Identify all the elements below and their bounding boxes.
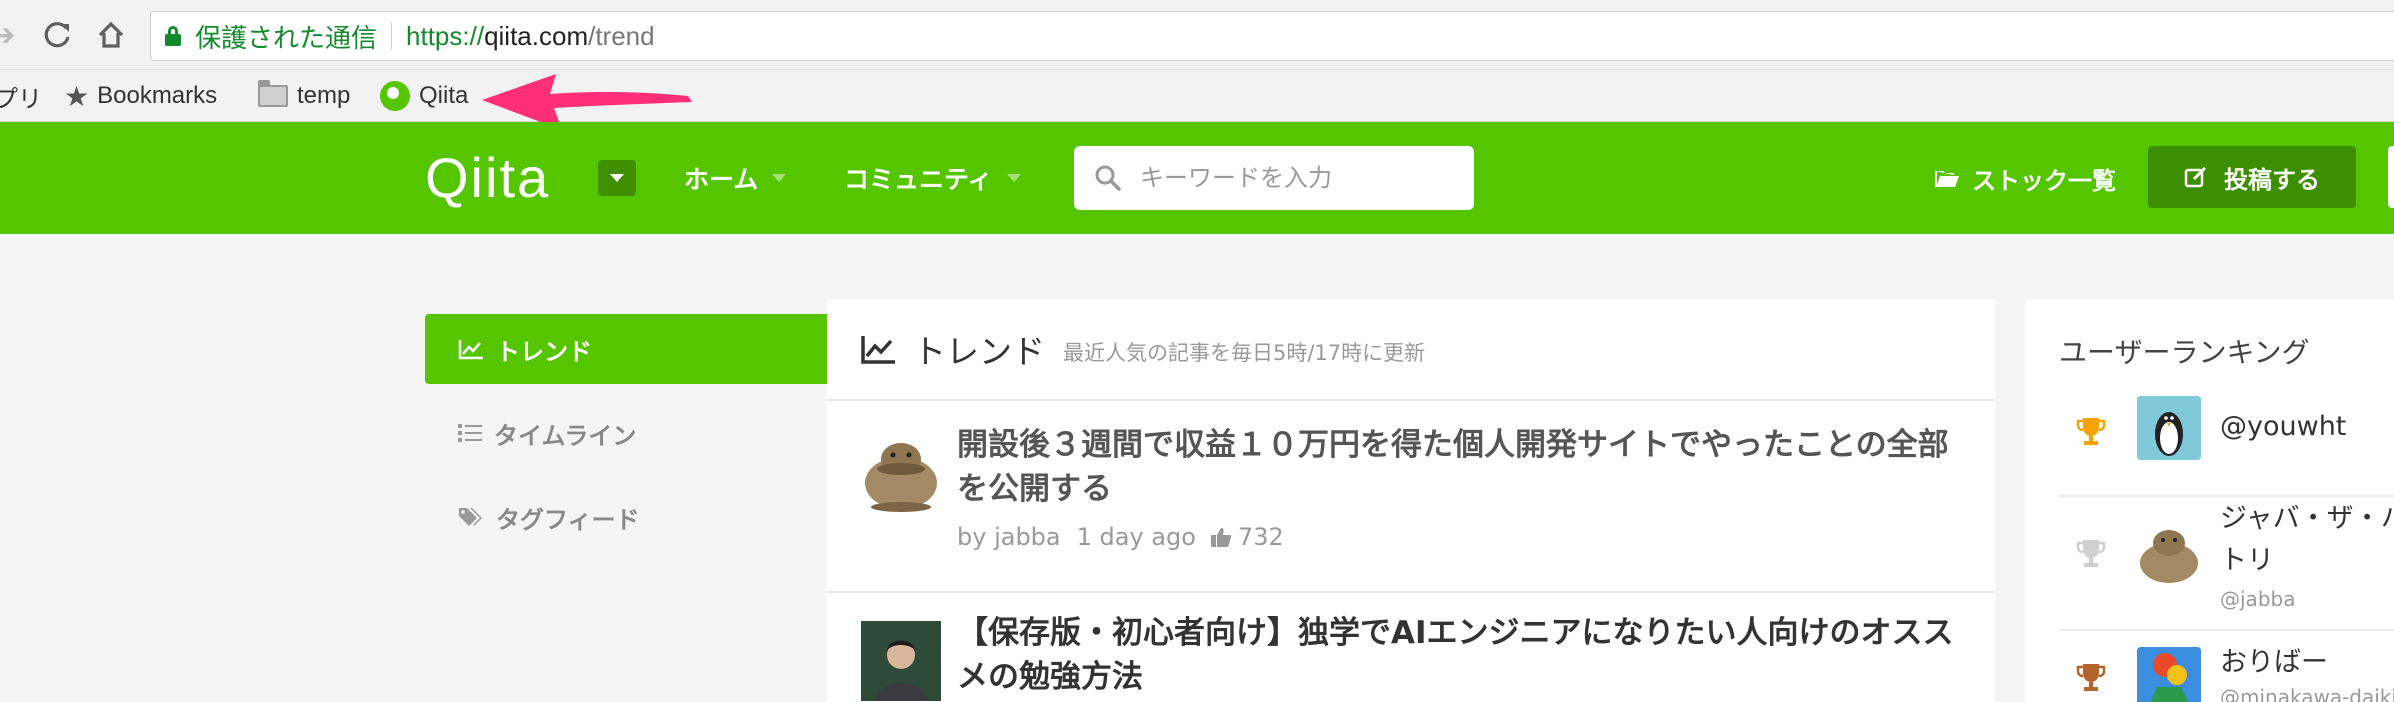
- search-icon: [1095, 165, 1121, 191]
- trend-panel-header: トレンド 最近人気の記事を毎日5時/17時に更新: [827, 299, 1995, 401]
- post-button-label: 投稿する: [2224, 165, 2320, 194]
- sidebar-item-label: タイムライン: [494, 421, 637, 450]
- logo-menu-button[interactable]: [598, 160, 636, 196]
- search-input[interactable]: [1140, 164, 1460, 192]
- sidebar-item-trend[interactable]: トレンド: [425, 314, 827, 384]
- bookmark-apps[interactable]: プリ: [0, 81, 42, 113]
- sidebar-item-label: トレンド: [496, 337, 592, 366]
- reload-icon[interactable]: [40, 18, 74, 52]
- browser-toolbar: ➔ 保護された通信 https://qiita.com/trend: [0, 0, 2394, 70]
- author-avatar[interactable]: [861, 621, 941, 701]
- bronze-trophy-icon: [2076, 664, 2106, 691]
- ranking-user-name[interactable]: @youwht: [2220, 407, 2346, 447]
- url-scheme: https://: [406, 20, 485, 51]
- caret-down-icon: [610, 174, 624, 182]
- article-title[interactable]: 開設後３週間で収益１０万円を得た個人開発サイトでやったことの全部を公開する: [957, 423, 1957, 511]
- header-edge-button[interactable]: [2388, 146, 2394, 208]
- article-item[interactable]: 【保存版・初心者向け】独学でAIエンジニアになりたい人向けのオススメの勉強方法: [827, 593, 1995, 702]
- ranking-item[interactable]: おりばー @minakawa-daiki: [2059, 631, 2394, 702]
- article-author[interactable]: by jabba: [957, 523, 1061, 551]
- gold-trophy-icon: [2076, 418, 2106, 445]
- caret-down-icon: [1006, 174, 1021, 182]
- nav-home[interactable]: ホーム: [684, 160, 787, 196]
- bookmark-apps-label: プリ: [0, 85, 42, 113]
- user-avatar[interactable]: [2137, 647, 2201, 702]
- address-bar[interactable]: 保護された通信 https://qiita.com/trend: [150, 11, 2394, 61]
- bookmark-bookmarks-label: Bookmarks: [97, 82, 218, 109]
- thumbs-up-icon: [1210, 528, 1232, 547]
- qiita-favicon: [380, 81, 410, 111]
- ranking-user-name[interactable]: ジャバ・ザ・ハ: [2220, 499, 2394, 539]
- ranking-item[interactable]: @youwht: [2059, 396, 2394, 483]
- stock-list-label: ストック一覧: [1972, 166, 2116, 195]
- ranking-user-name[interactable]: おりばー: [2220, 643, 2328, 683]
- list-icon: [458, 423, 482, 443]
- caret-down-icon: [772, 174, 787, 182]
- article-title[interactable]: 【保存版・初心者向け】独学でAIエンジニアになりたい人向けのオススメの勉強方法: [957, 611, 1957, 699]
- user-ranking-panel: ユーザーランキング @youwht ジャバ・ザ・ハ トリ @jabba おりばー…: [2025, 299, 2394, 702]
- silver-trophy-icon: [2076, 540, 2106, 567]
- article-item[interactable]: 開設後３週間で収益１０万円を得た個人開発サイトでやったことの全部を公開する by…: [827, 401, 1995, 551]
- ranking-title: ユーザーランキング: [2059, 336, 2310, 369]
- secure-label: 保護された通信: [195, 22, 378, 53]
- bookmark-bookmarks[interactable]: ★ Bookmarks: [64, 80, 218, 112]
- url-host: qiita.com: [484, 20, 589, 51]
- ranking-user-handle[interactable]: @jabba: [2220, 587, 2295, 611]
- bookmarks-bar: プリ ★ Bookmarks temp Qiita: [0, 70, 2394, 122]
- star-icon: ★: [64, 80, 90, 112]
- sidebar-item-timeline[interactable]: タイムライン: [425, 398, 827, 468]
- ranking-item[interactable]: ジャバ・ザ・ハ トリ @jabba: [2059, 497, 2394, 611]
- trend-icon: [458, 338, 484, 360]
- omnibox-divider: [391, 22, 393, 50]
- search-box[interactable]: [1074, 146, 1474, 210]
- page-subtitle: 最近人気の記事を毎日5時/17時に更新: [1063, 340, 1426, 365]
- folder-open-icon: [1935, 171, 1959, 187]
- post-button[interactable]: 投稿する: [2148, 146, 2356, 208]
- home-icon[interactable]: [94, 18, 128, 52]
- article-time: 1 day ago: [1076, 523, 1196, 551]
- nav-community[interactable]: コミュニティ: [844, 160, 1021, 196]
- url-path: /trend: [588, 20, 655, 51]
- article-like-count: 732: [1237, 523, 1284, 551]
- folder-icon: [258, 80, 288, 107]
- article-meta: by jabba 1 day ago 732: [957, 523, 1284, 551]
- forward-icon[interactable]: ➔: [0, 18, 20, 53]
- trend-icon: [861, 336, 895, 364]
- sidebar-item-tagfeed[interactable]: タグフィード: [425, 482, 827, 552]
- stock-list-link[interactable]: ストック一覧: [1934, 160, 2116, 196]
- bookmark-temp[interactable]: temp: [258, 80, 351, 111]
- nav-community-label: コミュニティ: [844, 165, 993, 194]
- trend-panel: トレンド 最近人気の記事を毎日5時/17時に更新 開設後３週間で収益１０万円を得…: [827, 299, 1995, 702]
- edit-icon: [2184, 166, 2207, 188]
- bookmark-qiita[interactable]: Qiita: [380, 81, 468, 111]
- site-header: Qiita ホーム コミュニティ ストック一覧 投稿する: [0, 122, 2394, 234]
- ranking-user-handle[interactable]: @minakawa-daiki: [2220, 685, 2394, 702]
- lock-icon: [165, 26, 181, 46]
- author-avatar[interactable]: [861, 433, 941, 513]
- user-avatar[interactable]: [2137, 396, 2201, 460]
- bookmark-temp-label: temp: [297, 82, 351, 109]
- sidebar-item-label: タグフィード: [496, 505, 640, 534]
- ranking-user-name-line2[interactable]: トリ: [2220, 541, 2274, 581]
- bookmark-qiita-label: Qiita: [419, 82, 469, 109]
- page-title: トレンド: [913, 332, 1045, 371]
- user-avatar[interactable]: [2137, 521, 2201, 585]
- qiita-logo[interactable]: Qiita: [425, 148, 550, 208]
- tag-icon: [458, 506, 484, 528]
- nav-home-label: ホーム: [684, 165, 759, 194]
